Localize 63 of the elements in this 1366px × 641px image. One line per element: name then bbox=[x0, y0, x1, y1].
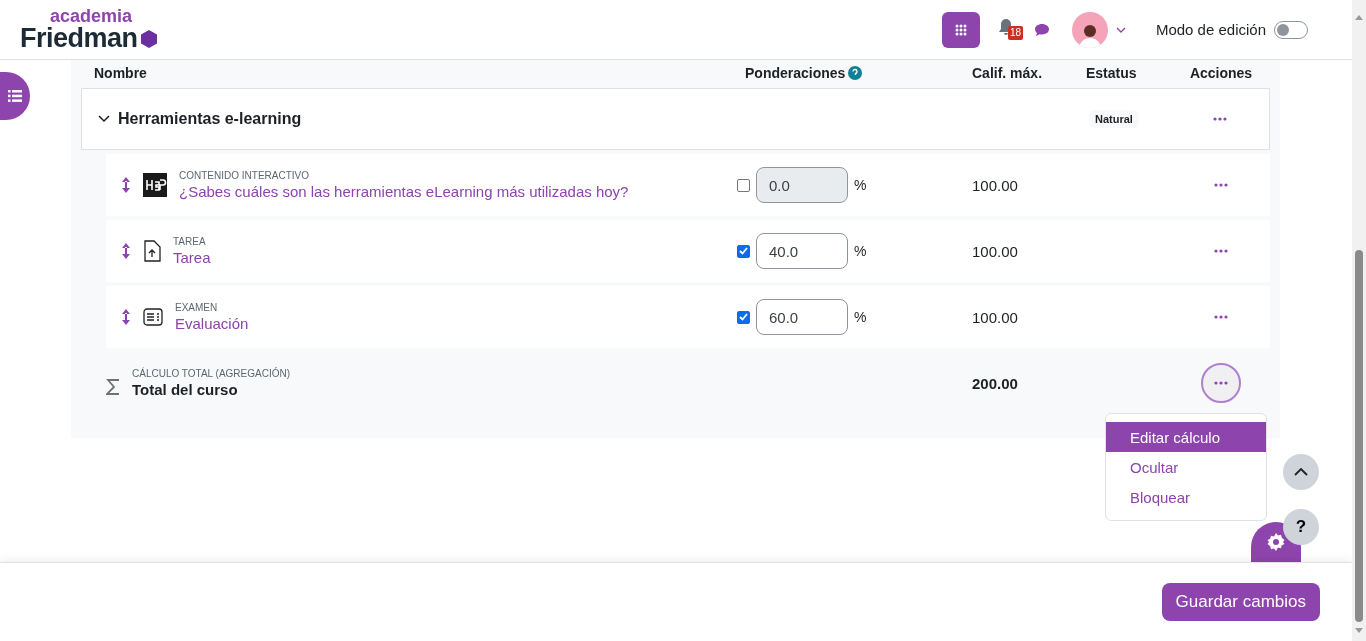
weight-input[interactable]: 60.0 bbox=[756, 299, 848, 335]
total-type-label: CÁLCULO TOTAL (AGREGACIÓN) bbox=[132, 368, 290, 379]
more-actions-button[interactable] bbox=[1201, 363, 1241, 403]
item-link[interactable]: Evaluación bbox=[175, 315, 249, 332]
ellipsis-icon bbox=[1213, 117, 1227, 121]
caret-icon[interactable] bbox=[1115, 26, 1126, 33]
list-icon bbox=[8, 90, 22, 102]
ellipsis-icon bbox=[1214, 183, 1228, 187]
column-header: Ponderaciones bbox=[744, 65, 846, 81]
column-header: Nombre bbox=[93, 65, 148, 81]
ellipsis-icon bbox=[1214, 381, 1228, 385]
gear-icon bbox=[1266, 532, 1286, 552]
grid-icon bbox=[954, 23, 967, 36]
user-avatar[interactable] bbox=[1071, 11, 1108, 48]
move-icon[interactable] bbox=[121, 242, 131, 260]
course-index-button[interactable] bbox=[0, 72, 30, 120]
chevron-up-icon bbox=[1294, 468, 1308, 476]
help-icon[interactable] bbox=[848, 66, 863, 80]
h5p-icon bbox=[143, 173, 167, 197]
move-icon[interactable] bbox=[121, 176, 131, 194]
column-header: Acciones bbox=[1189, 65, 1253, 81]
menu-item[interactable]: Bloquear bbox=[1106, 482, 1266, 512]
percent-sign: % bbox=[854, 309, 867, 325]
apps-grid-button[interactable] bbox=[941, 11, 980, 48]
menu-item[interactable]: Editar cálculo bbox=[1106, 422, 1266, 452]
sigma-icon bbox=[106, 379, 120, 395]
save-changes-button[interactable]: Guardar cambios bbox=[1161, 583, 1320, 621]
item-type-label: TAREA bbox=[173, 236, 207, 247]
total-name: Total del curso bbox=[132, 381, 239, 398]
logo-text: academia bbox=[50, 7, 134, 25]
weight-checkbox[interactable] bbox=[737, 310, 750, 324]
total-max-grade: 200.00 bbox=[972, 374, 1019, 392]
max-grade: 100.00 bbox=[972, 308, 1019, 326]
column-header: Estatus bbox=[1086, 65, 1138, 81]
scroll-to-top-button[interactable] bbox=[1283, 454, 1319, 490]
status-badge: Natural bbox=[1089, 110, 1139, 128]
file-upload-icon bbox=[143, 240, 161, 262]
percent-sign: % bbox=[854, 243, 867, 259]
edit-mode-toggle[interactable] bbox=[1274, 20, 1308, 39]
weight-checkbox[interactable] bbox=[737, 178, 750, 192]
weight-checkbox[interactable] bbox=[737, 244, 750, 258]
max-grade: 100.00 bbox=[972, 242, 1019, 260]
item-type-label: CONTENIDO INTERACTIVO bbox=[179, 170, 310, 181]
percent-sign: % bbox=[854, 177, 867, 193]
category-name: Herramientas e-learning bbox=[118, 110, 302, 128]
max-grade: 100.00 bbox=[972, 176, 1019, 194]
hexagon-logo-icon bbox=[139, 28, 158, 49]
menu-item[interactable]: Ocultar bbox=[1106, 452, 1266, 482]
ellipsis-icon bbox=[1214, 315, 1228, 319]
checklist-icon bbox=[143, 308, 163, 326]
edit-mode-label: Modo de edición bbox=[1155, 21, 1266, 38]
scrollbar[interactable] bbox=[1352, 0, 1366, 641]
item-link[interactable]: Tarea bbox=[173, 249, 211, 266]
ellipsis-icon bbox=[1214, 249, 1228, 253]
help-button[interactable]: ? bbox=[1283, 509, 1319, 545]
item-type-label: EXAMEN bbox=[175, 302, 219, 313]
column-header: Calif. máx. bbox=[972, 65, 1044, 81]
chat-icon[interactable] bbox=[1033, 22, 1050, 37]
weight-input[interactable]: 40.0 bbox=[756, 233, 848, 269]
move-icon[interactable] bbox=[121, 308, 131, 326]
item-link[interactable]: ¿Sabes cuáles son las herramientas eLearning más utilizadas hoy? bbox=[179, 183, 629, 200]
chevron-down-icon[interactable] bbox=[98, 115, 110, 123]
logo-text: Friedman bbox=[20, 25, 138, 52]
